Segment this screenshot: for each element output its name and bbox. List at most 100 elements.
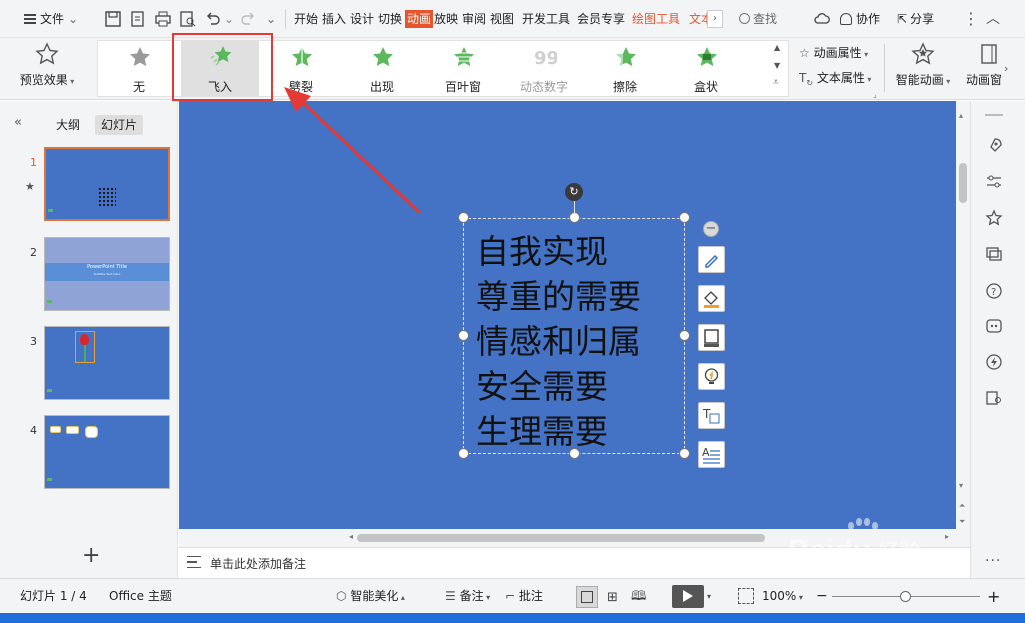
- play-slideshow-button[interactable]: [672, 585, 704, 608]
- resize-handle[interactable]: [679, 448, 690, 459]
- resize-handle[interactable]: [458, 448, 469, 459]
- slide-thumbnail-3[interactable]: [44, 326, 170, 400]
- zoom-slider[interactable]: [832, 591, 980, 602]
- slide-sorter-button[interactable]: ⊞: [605, 586, 623, 608]
- reading-view-button[interactable]: 🕮: [630, 586, 648, 608]
- effect-none[interactable]: 无: [100, 41, 178, 97]
- zoom-out-button[interactable]: −: [816, 579, 828, 614]
- rocket-icon[interactable]: [985, 137, 1003, 155]
- settings-sliders-icon[interactable]: [985, 173, 1003, 191]
- shape-style-button[interactable]: [698, 246, 725, 273]
- slide-thumbnail-4[interactable]: [44, 415, 170, 489]
- export-pdf-icon[interactable]: [129, 10, 147, 28]
- scrollbar-thumb[interactable]: [959, 163, 967, 203]
- undo-icon[interactable]: [204, 10, 222, 28]
- smart-beautify-button[interactable]: ⬡ 智能美化 ▴: [336, 579, 405, 614]
- resize-handle[interactable]: [679, 330, 690, 341]
- add-slide-button[interactable]: +: [82, 545, 100, 567]
- tabs-scroll-right-button[interactable]: ›: [707, 10, 723, 28]
- preview-effect-button[interactable]: 预览效果 ▾: [18, 42, 76, 88]
- effects-button[interactable]: [698, 363, 725, 390]
- text-box[interactable]: 自我实现 尊重的需要 情感和归属 安全需要 生理需要: [463, 218, 685, 454]
- search-button[interactable]: 查找: [739, 0, 777, 38]
- slide-thumbnail-1[interactable]: [44, 147, 170, 221]
- help-icon[interactable]: ?: [985, 282, 1003, 300]
- resize-handle[interactable]: [458, 330, 469, 341]
- collapse-panel-icon[interactable]: «: [14, 115, 22, 130]
- resize-handle[interactable]: [458, 212, 469, 223]
- zoom-slider-thumb[interactable]: [900, 591, 911, 602]
- collapse-ribbon-icon[interactable]: ︿: [986, 0, 1000, 38]
- lightning-icon[interactable]: [985, 353, 1003, 371]
- comments-button[interactable]: ⌐ 批注: [505, 579, 543, 614]
- tab-outline[interactable]: 大纲: [50, 115, 86, 135]
- prev-slide-icon[interactable]: ⏶: [959, 501, 965, 511]
- tab-review[interactable]: 审阅: [462, 0, 486, 38]
- tab-home[interactable]: 开始: [294, 0, 318, 38]
- scroll-up-icon[interactable]: ▴: [959, 111, 963, 120]
- scroll-down-icon[interactable]: ▾: [959, 481, 963, 490]
- effect-split[interactable]: 劈裂: [262, 41, 340, 97]
- tab-slides[interactable]: 幻灯片: [95, 115, 144, 135]
- file-menu[interactable]: 文件 ⌄: [24, 0, 78, 38]
- zoom-level[interactable]: 100% ▾: [762, 579, 803, 614]
- notes-area[interactable]: 单击此处添加备注: [179, 547, 970, 578]
- cloud-sync-icon[interactable]: [813, 10, 831, 28]
- effect-box[interactable]: 盒状: [667, 41, 745, 97]
- scroll-right-icon[interactable]: ▸: [945, 532, 949, 541]
- next-slide-icon[interactable]: ⏷: [959, 517, 965, 527]
- print-icon[interactable]: [154, 10, 172, 28]
- vertical-scrollbar[interactable]: ▴ ▾ ⏶ ⏷: [956, 101, 970, 547]
- transition-icon[interactable]: [985, 245, 1003, 263]
- text-format-button[interactable]: A: [698, 441, 725, 468]
- outline-button[interactable]: [698, 324, 725, 351]
- redo-icon[interactable]: [239, 10, 257, 28]
- more-options-icon[interactable]: ···: [985, 553, 1001, 569]
- tab-insert[interactable]: 插入: [322, 0, 346, 38]
- scroll-left-icon[interactable]: ◂: [349, 532, 353, 541]
- notes-toggle-button[interactable]: ☰ 备注 ▾: [445, 579, 490, 614]
- ai-assistant-icon[interactable]: [985, 317, 1003, 335]
- rotate-handle-icon[interactable]: ↻: [565, 183, 583, 201]
- animation-star-icon[interactable]: [985, 209, 1003, 227]
- ribbon-scroll-right-icon[interactable]: ›: [1004, 62, 1008, 75]
- tab-view[interactable]: 视图: [490, 0, 514, 38]
- effect-blinds[interactable]: 百叶窗: [424, 41, 502, 97]
- print-preview-icon[interactable]: [179, 10, 197, 28]
- smart-animation-button[interactable]: 智能动画 ▾: [894, 42, 952, 88]
- horizontal-scrollbar[interactable]: ◂ ▸: [179, 529, 956, 547]
- resize-handle[interactable]: [569, 212, 580, 223]
- gallery-scroll-down-icon[interactable]: ▼: [774, 61, 780, 70]
- tab-transitions[interactable]: 切换: [378, 0, 402, 38]
- fit-window-button[interactable]: [738, 588, 754, 604]
- tab-design[interactable]: 设计: [350, 0, 374, 38]
- collaborate-button[interactable]: 协作: [840, 0, 880, 38]
- ribbon-dialog-launcher-icon[interactable]: ⌟: [873, 90, 877, 99]
- collapse-toolbar-icon[interactable]: −: [703, 221, 719, 237]
- effect-appear[interactable]: 出现: [343, 41, 421, 97]
- resize-handle[interactable]: [679, 212, 690, 223]
- text-properties-button[interactable]: T↻ 文本属性 ▾: [799, 69, 871, 87]
- animation-properties-button[interactable]: ☆ 动画属性 ▾: [799, 44, 868, 61]
- animation-pane-button[interactable]: 动画窗: [966, 42, 1006, 88]
- tab-developer[interactable]: 开发工具: [522, 0, 570, 38]
- tab-slideshow[interactable]: 放映: [434, 0, 458, 38]
- gallery-scroll-up-icon[interactable]: ▲: [774, 43, 780, 52]
- text-box-button[interactable]: T: [698, 402, 725, 429]
- theme-name[interactable]: Office 主题: [109, 579, 172, 614]
- effect-wipe[interactable]: 擦除: [586, 41, 664, 97]
- gallery-expand-icon[interactable]: ⩡: [773, 77, 779, 88]
- play-options-icon[interactable]: ▾: [707, 579, 711, 614]
- more-options-icon[interactable]: ⋮: [963, 0, 979, 38]
- normal-view-button[interactable]: [576, 586, 598, 608]
- tab-drawing-tools[interactable]: 绘图工具: [632, 0, 680, 38]
- tab-animation[interactable]: 动画: [405, 10, 434, 28]
- slide-thumbnail-2[interactable]: PowerPoint Title Subtitle Text Here: [44, 237, 170, 311]
- resize-handle[interactable]: [569, 448, 580, 459]
- save-icon[interactable]: [104, 10, 122, 28]
- book-search-icon[interactable]: [985, 389, 1003, 407]
- scrollbar-thumb[interactable]: [357, 534, 765, 542]
- tab-member[interactable]: 会员专享: [577, 0, 625, 38]
- fill-button[interactable]: [698, 285, 725, 312]
- zoom-in-button[interactable]: +: [987, 579, 1000, 614]
